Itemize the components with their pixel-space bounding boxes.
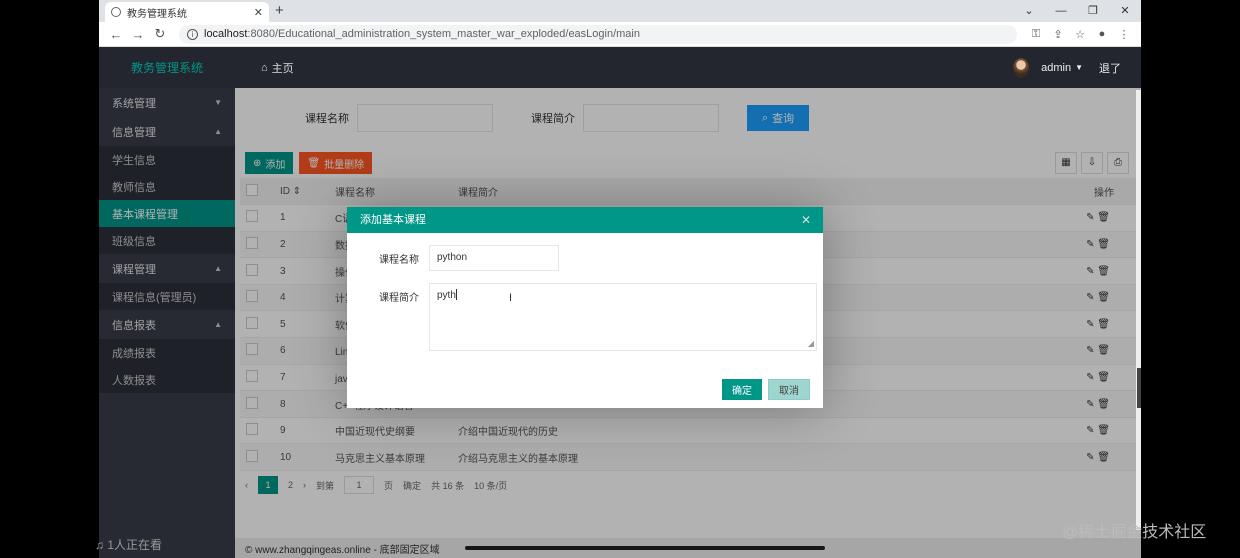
tab-title: 教务管理系统 <box>127 8 187 20</box>
ibeam-cursor-icon: I <box>509 292 513 304</box>
confirm-button[interactable]: 确定 <box>722 379 762 400</box>
reload-icon[interactable]: ↻ <box>149 26 171 42</box>
text-caret <box>455 289 457 300</box>
home-icon: ⌂ <box>261 61 268 74</box>
home-link[interactable]: ⌂ 主页 <box>261 60 294 76</box>
profile-icon[interactable]: ● <box>1091 28 1113 40</box>
url-host: localhost <box>204 28 248 40</box>
dialog-intro-label: 课程简介 <box>379 293 419 304</box>
app-brand[interactable]: 教务管理系统 <box>99 59 235 76</box>
browser-tab[interactable]: 教务管理系统 ✕ <box>105 2 269 22</box>
tab-strip: 教务管理系统 ✕ + ⌄ — ❐ ✕ <box>99 0 1141 22</box>
intro-text: pyth <box>437 290 456 301</box>
watermark: @稀土掘金技术社区 <box>1062 524 1207 541</box>
favicon-icon <box>111 7 121 17</box>
key-icon[interactable]: ⚿ <box>1025 28 1047 41</box>
viewer-count: ♫ 1人正在看 <box>95 536 162 553</box>
close-window-icon[interactable]: ✕ <box>1109 0 1141 22</box>
forward-icon[interactable]: → <box>127 27 149 42</box>
user-name[interactable]: admin <box>1041 62 1071 74</box>
dialog-actions: 确定 取消 <box>722 379 810 400</box>
add-course-dialog: 添加基本课程 ✕ 课程名称 python 课程简介 pyth ◢ I 确定 取消 <box>347 207 823 408</box>
site-info-icon[interactable]: i <box>187 28 198 40</box>
tab-search-icon[interactable]: ⌄ <box>1013 0 1045 22</box>
dialog-name-label: 课程名称 <box>379 255 419 266</box>
viewers-icon: ♫ <box>95 538 104 552</box>
cancel-button[interactable]: 取消 <box>768 379 810 400</box>
minimize-icon[interactable]: — <box>1045 0 1077 22</box>
course-name-row: 课程名称 python <box>347 245 823 271</box>
course-intro-row: 课程简介 pyth ◢ <box>347 283 823 351</box>
dialog-intro-textarea[interactable]: pyth ◢ <box>429 283 817 351</box>
share-icon[interactable]: ⇪ <box>1047 28 1069 41</box>
vertical-scrollbar-thumb[interactable] <box>1137 368 1141 408</box>
logout-link[interactable]: 退了 <box>1099 60 1121 76</box>
vertical-scrollbar-track[interactable] <box>1136 90 1141 530</box>
url-path: :8080/Educational_administration_system_… <box>247 28 640 40</box>
back-icon[interactable]: ← <box>105 27 127 42</box>
viewer-count-text: 1人正在看 <box>107 538 163 552</box>
user-area: admin ▼ 退了 <box>1013 47 1121 88</box>
star-icon[interactable]: ☆ <box>1069 28 1091 41</box>
letterbox-right <box>1141 0 1240 558</box>
app-header: 教务管理系统 ⌂ 主页 admin ▼ 退了 <box>99 47 1141 88</box>
resize-handle-icon[interactable]: ◢ <box>808 339 814 348</box>
new-tab-button[interactable]: + <box>275 2 284 19</box>
dialog-title-bar: 添加基本课程 ✕ <box>347 207 823 233</box>
letterbox-left <box>0 0 99 558</box>
close-tab-icon[interactable]: ✕ <box>254 6 263 19</box>
dialog-title: 添加基本课程 <box>360 214 426 226</box>
avatar[interactable] <box>1013 57 1030 78</box>
menu-icon[interactable]: ⋮ <box>1113 28 1135 41</box>
address-bar: ← → ↻ i localhost:8080/Educational_admin… <box>99 22 1141 47</box>
restore-icon[interactable]: ❐ <box>1077 0 1109 22</box>
dialog-name-input[interactable]: python <box>429 245 559 271</box>
url-input[interactable]: i localhost:8080/Educational_administrat… <box>179 24 1017 44</box>
close-icon[interactable]: ✕ <box>801 207 811 233</box>
chevron-down-icon[interactable]: ▼ <box>1075 63 1083 72</box>
home-label: 主页 <box>271 62 294 75</box>
window-controls: ⌄ — ❐ ✕ <box>1013 0 1141 22</box>
